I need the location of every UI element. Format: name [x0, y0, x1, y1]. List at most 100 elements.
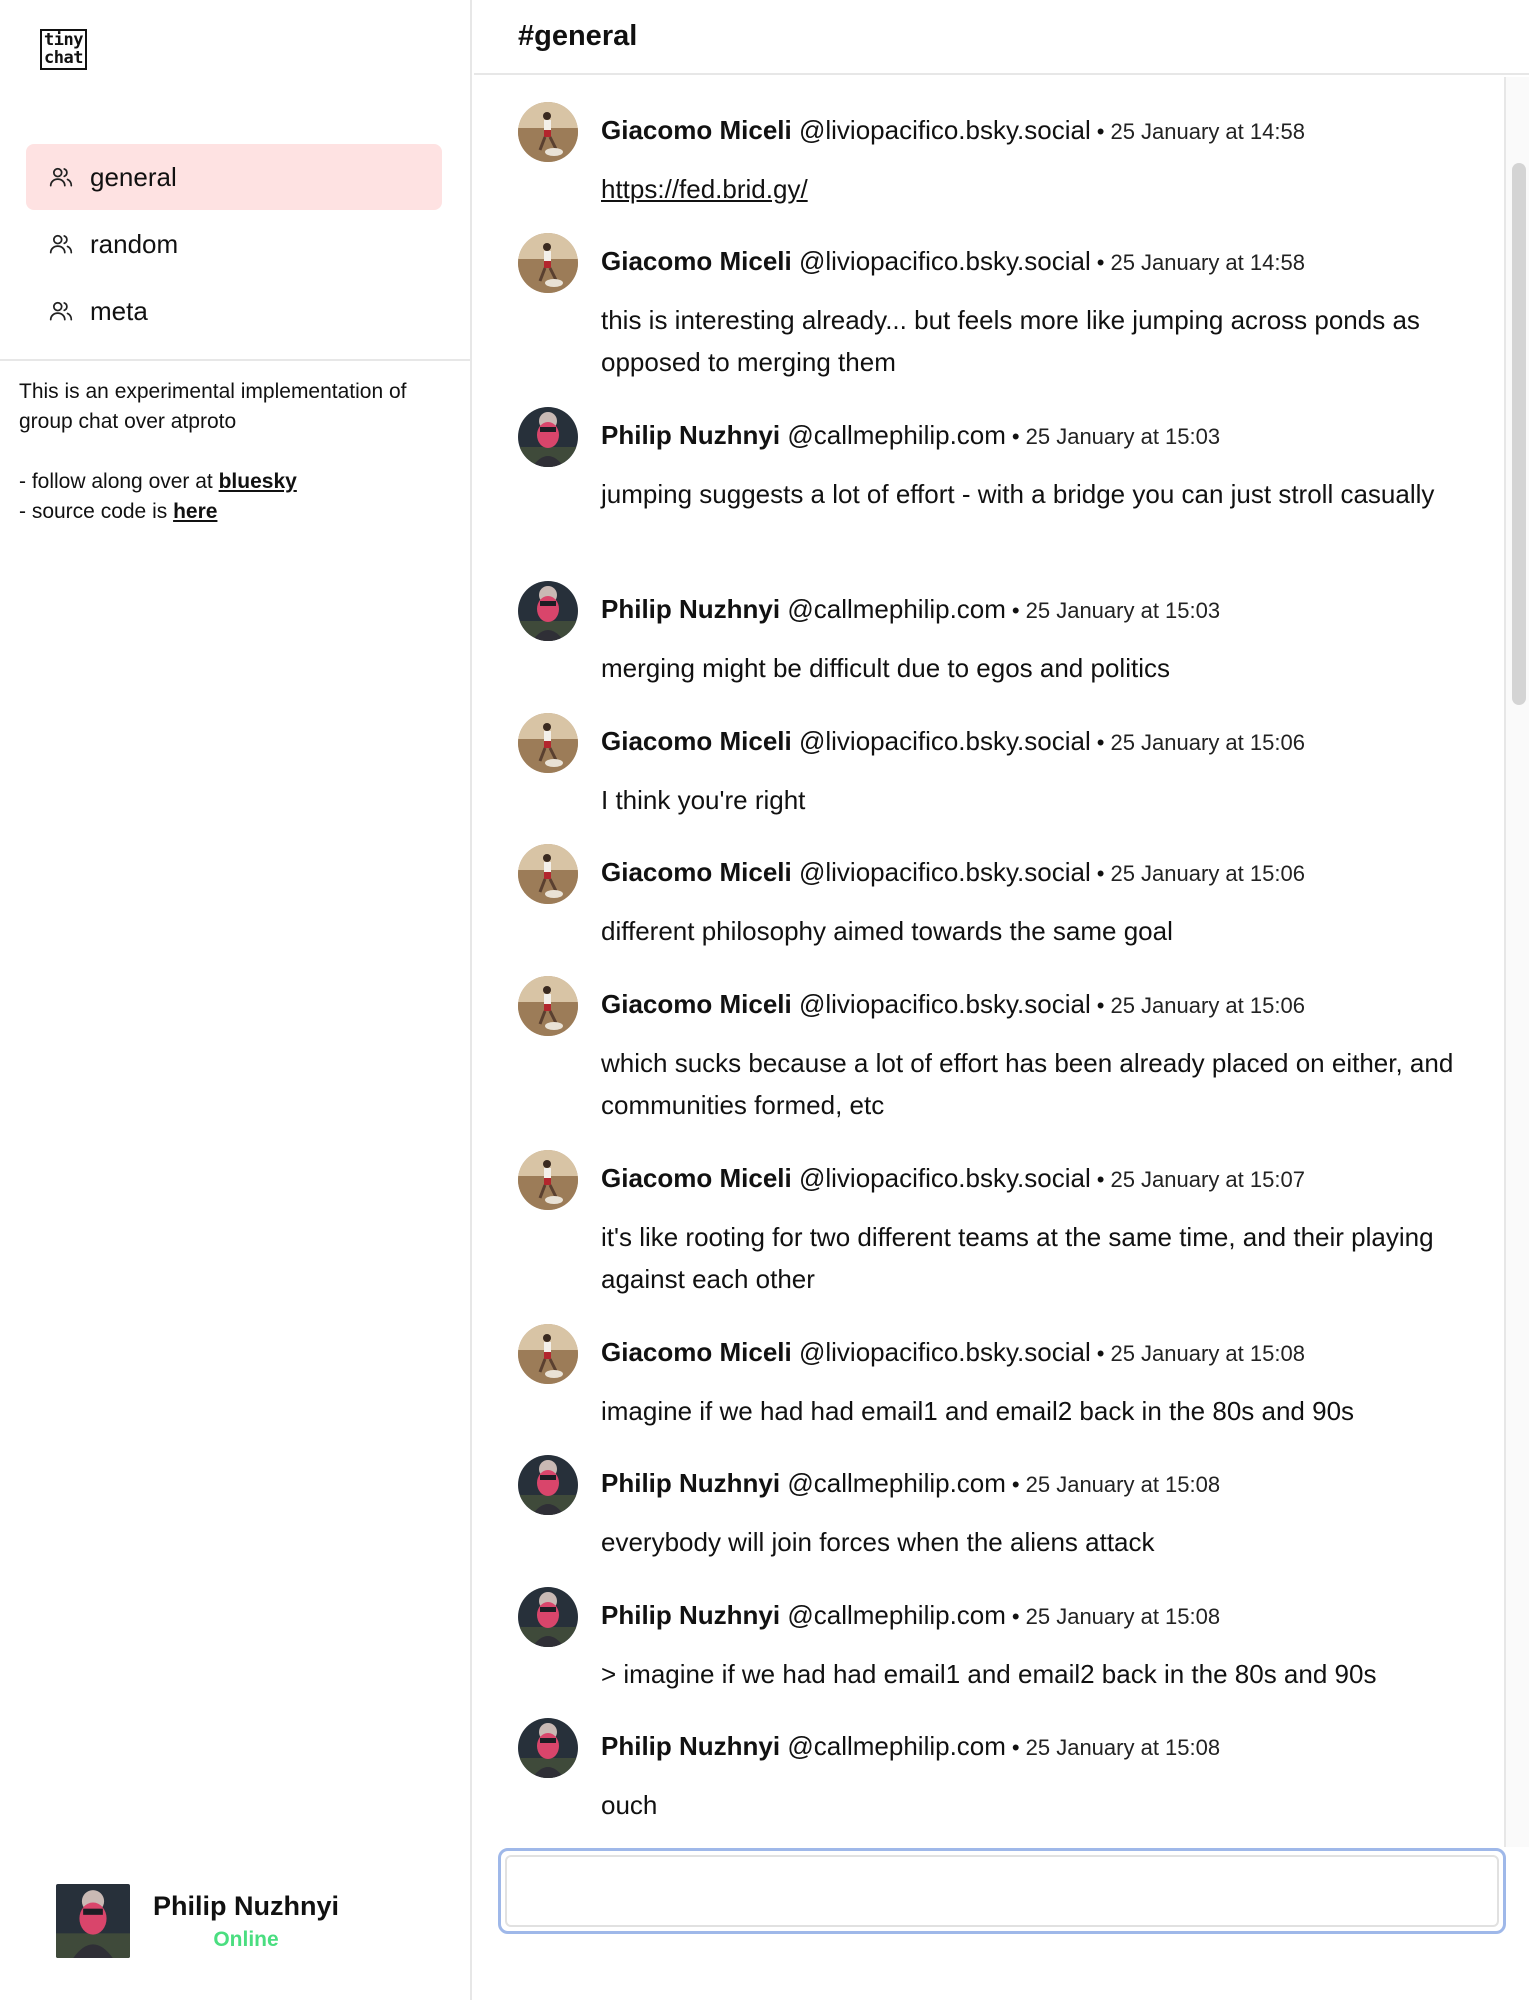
message-handle[interactable]: @liviopacifico.bsky.social [799, 1163, 1091, 1193]
message-body: imagine if we had had email1 and email2 … [601, 1396, 1355, 1426]
status-badge: Online [213, 1927, 279, 1951]
message-input[interactable] [505, 1855, 1499, 1927]
avatar[interactable] [518, 581, 578, 641]
message-author[interactable]: Giacomo Miceli [601, 246, 792, 276]
message-author[interactable]: Philip Nuzhnyi [601, 1600, 780, 1630]
avatar[interactable] [518, 102, 578, 162]
message-handle[interactable]: @callmephilip.com [787, 1731, 1006, 1761]
message-author[interactable]: Giacomo Miceli [601, 989, 792, 1019]
avatar[interactable] [518, 976, 578, 1036]
page-title: #general [518, 20, 638, 52]
scrollbar[interactable] [1504, 77, 1529, 1847]
channel-label: general [90, 161, 177, 192]
message-timestamp: 25 January at 15:03 [1025, 424, 1221, 449]
separator-dot: • [1011, 1604, 1020, 1629]
channel-item-general[interactable]: general [26, 144, 442, 210]
message-author[interactable]: Giacomo Miceli [601, 115, 792, 145]
about-intro: This is an experimental implementation o… [19, 380, 407, 433]
message-author[interactable]: Giacomo Miceli [601, 857, 792, 887]
avatar[interactable] [518, 233, 578, 293]
message-timestamp: 25 January at 15:03 [1025, 598, 1221, 623]
message-meta: Giacomo Miceli @liviopacifico.bsky.socia… [601, 114, 1305, 148]
avatar[interactable] [518, 1587, 578, 1647]
message-author[interactable]: Giacomo Miceli [601, 726, 792, 756]
message-handle[interactable]: @liviopacifico.bsky.social [799, 857, 1091, 887]
message-timestamp: 25 January at 15:06 [1110, 861, 1305, 886]
channel-list: general random meta [26, 144, 442, 345]
avatar[interactable] [518, 1150, 578, 1210]
message-handle[interactable]: @callmephilip.com [787, 420, 1006, 450]
channel-label: random [90, 228, 179, 259]
message-body: jumping suggests a lot of effort - with … [601, 479, 1435, 509]
users-icon [48, 164, 74, 190]
message-handle[interactable]: @callmephilip.com [787, 1600, 1006, 1630]
channel-item-meta[interactable]: meta [26, 278, 442, 344]
message-author[interactable]: Philip Nuzhnyi [601, 420, 780, 450]
current-user-info: Philip Nuzhnyi Online [153, 1891, 339, 1952]
message-composer [498, 1848, 1506, 1934]
bluesky-link[interactable]: bluesky [219, 470, 297, 493]
channel-label: meta [90, 295, 148, 326]
message-meta: Giacomo Miceli @liviopacifico.bsky.socia… [601, 988, 1305, 1022]
message-body: it's like rooting for two different team… [601, 1222, 1434, 1294]
about-source-line: - source code is here [19, 497, 449, 527]
message-meta: Giacomo Miceli @liviopacifico.bsky.socia… [601, 245, 1305, 279]
message-body: different philosophy aimed towards the s… [601, 916, 1173, 946]
channel-header: #general [474, 0, 1529, 75]
message-list[interactable]: Giacomo Miceli @liviopacifico.bsky.socia… [474, 77, 1504, 1847]
source-code-link[interactable]: here [173, 500, 217, 523]
message-meta: Philip Nuzhnyi @callmephilip.com • 25 Janu… [601, 1467, 1220, 1501]
about-text: This is an experimental implementation o… [19, 377, 449, 527]
message-author[interactable]: Philip Nuzhnyi [601, 1468, 780, 1498]
message-timestamp: 25 January at 15:08 [1025, 1735, 1221, 1760]
separator-dot: • [1096, 119, 1105, 144]
message-timestamp: 25 January at 15:08 [1110, 1341, 1305, 1366]
channel-item-random[interactable]: random [26, 211, 442, 277]
message-body: merging might be difficult due to egos a… [601, 653, 1170, 683]
logo-line-2: chat [44, 48, 83, 68]
separator-dot: • [1011, 1472, 1020, 1497]
app-logo[interactable]: tiny chat [40, 29, 87, 70]
sidebar: tiny chat general random meta This is an… [0, 0, 472, 2000]
users-icon [48, 298, 74, 324]
scrollbar-thumb[interactable] [1512, 163, 1526, 705]
message-meta: Giacomo Miceli @liviopacifico.bsky.socia… [601, 725, 1305, 759]
message-author[interactable]: Giacomo Miceli [601, 1337, 792, 1367]
message-timestamp: 25 January at 15:07 [1110, 1167, 1305, 1192]
message-author[interactable]: Philip Nuzhnyi [601, 1731, 780, 1761]
about-follow-line: - follow along over at bluesky [19, 467, 449, 497]
avatar [56, 1884, 130, 1958]
message-timestamp: 25 January at 15:08 [1025, 1472, 1221, 1497]
avatar[interactable] [518, 1324, 578, 1384]
message-body: ouch [601, 1790, 658, 1820]
avatar[interactable] [518, 844, 578, 904]
avatar[interactable] [518, 713, 578, 773]
message-timestamp: 25 January at 14:58 [1110, 250, 1305, 275]
separator-dot: • [1096, 1341, 1105, 1366]
message-handle[interactable]: @callmephilip.com [787, 1468, 1006, 1498]
message-handle[interactable]: @liviopacifico.bsky.social [799, 246, 1091, 276]
message-meta: Philip Nuzhnyi @callmephilip.com • 25 Janu… [601, 1730, 1220, 1764]
source-prefix: - source code is [19, 500, 174, 523]
message-body: this is interesting already... but feels… [601, 305, 1420, 377]
message-body: everybody will join forces when the alie… [601, 1527, 1155, 1557]
separator-dot: • [1096, 993, 1105, 1018]
message-timestamp: 25 January at 15:06 [1110, 993, 1305, 1018]
message-handle[interactable]: @liviopacifico.bsky.social [799, 989, 1091, 1019]
avatar[interactable] [518, 1718, 578, 1778]
message-link[interactable]: https://fed.brid.gy/ [601, 174, 808, 204]
message-author[interactable]: Philip Nuzhnyi [601, 594, 780, 624]
current-user[interactable]: Philip Nuzhnyi Online [56, 1884, 339, 1958]
message-author[interactable]: Giacomo Miceli [601, 1163, 792, 1193]
avatar[interactable] [518, 1455, 578, 1515]
separator-dot: • [1011, 424, 1020, 449]
message-handle[interactable]: @callmephilip.com [787, 594, 1006, 624]
avatar[interactable] [518, 407, 578, 467]
message-meta: Giacomo Miceli @liviopacifico.bsky.socia… [601, 1162, 1305, 1196]
message-handle[interactable]: @liviopacifico.bsky.social [799, 115, 1091, 145]
separator-dot: • [1011, 598, 1020, 623]
message-handle[interactable]: @liviopacifico.bsky.social [799, 726, 1091, 756]
separator-dot: • [1011, 1735, 1020, 1760]
message-handle[interactable]: @liviopacifico.bsky.social [799, 1337, 1091, 1367]
message-meta: Giacomo Miceli @liviopacifico.bsky.socia… [601, 1336, 1305, 1370]
